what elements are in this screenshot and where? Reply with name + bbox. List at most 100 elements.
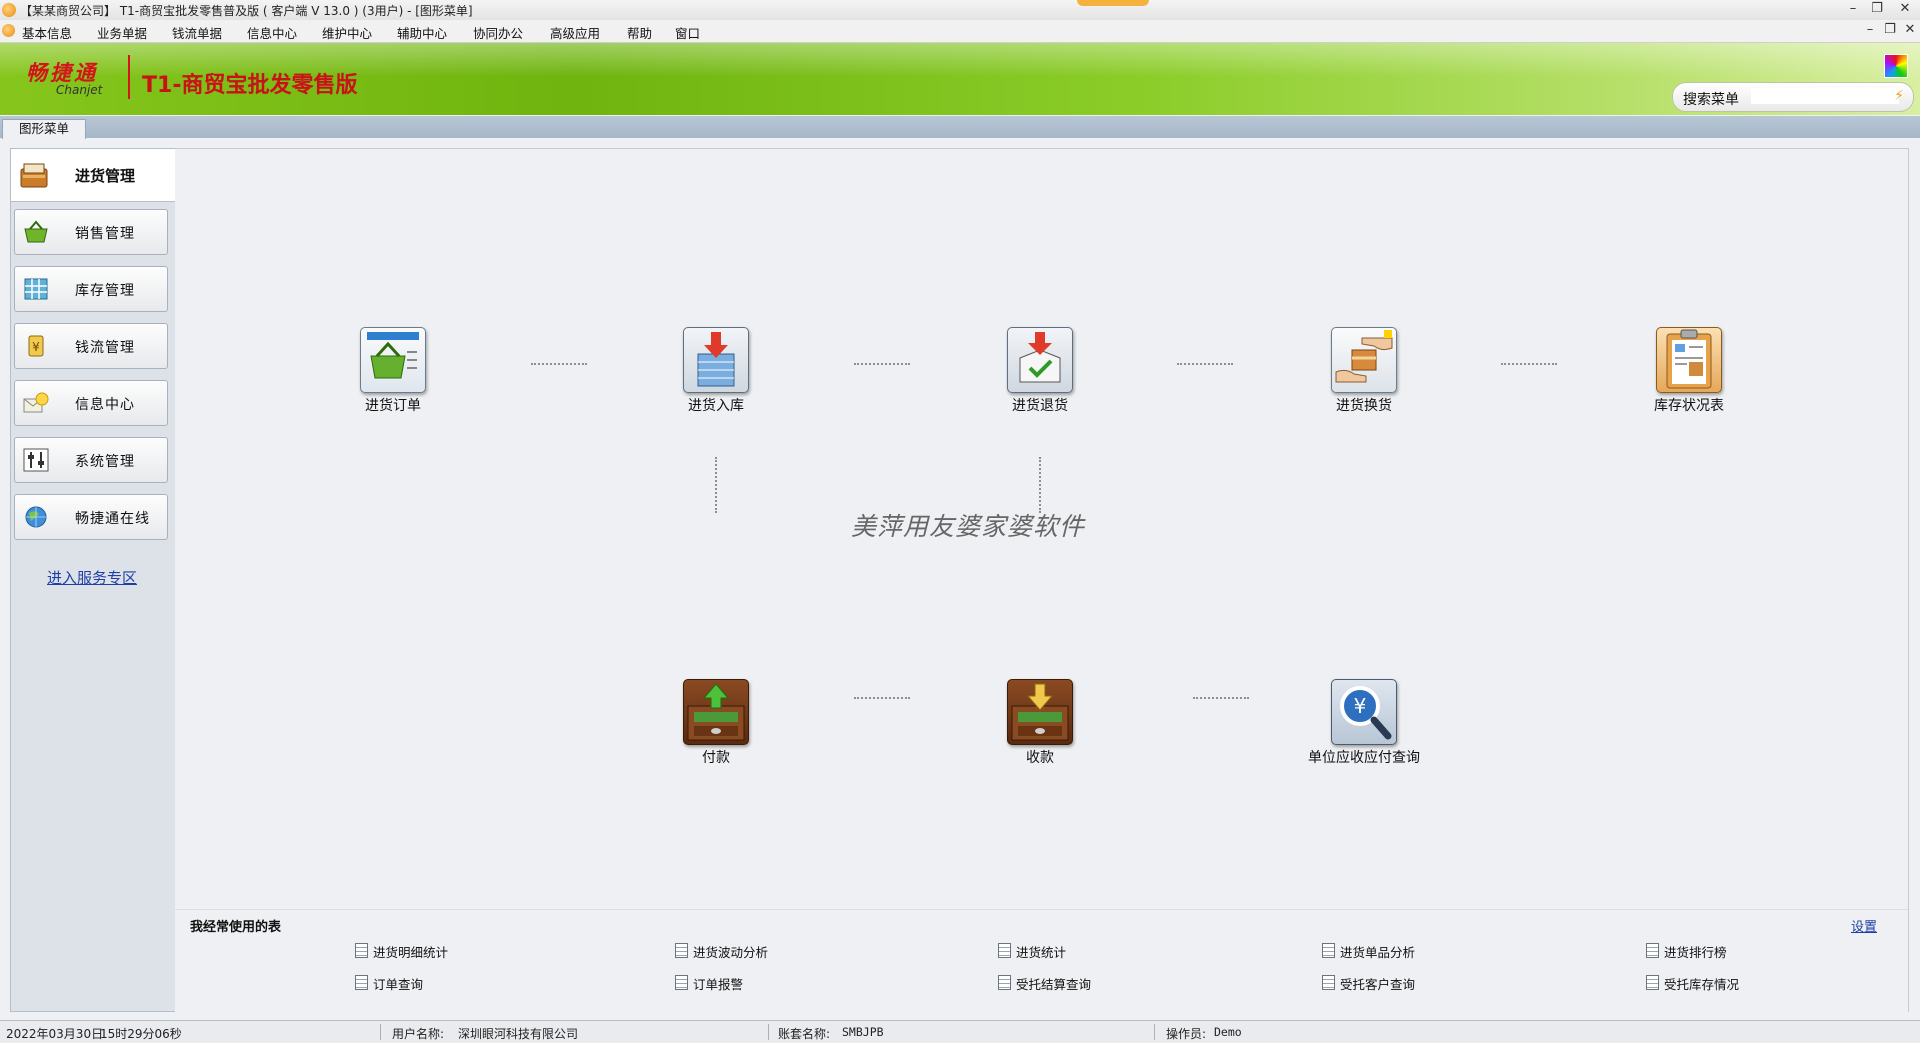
menu-app-icon[interactable] <box>2 24 15 37</box>
sidebar-item-inventory[interactable]: 库存管理 <box>14 266 168 312</box>
restore-button[interactable]: ❐ <box>1868 1 1886 16</box>
document-icon <box>355 943 368 958</box>
purchase-return-icon <box>1007 327 1073 393</box>
frequent-item[interactable]: 订单报警 <box>675 974 743 993</box>
frequent-item[interactable]: 进货单品分析 <box>1322 942 1415 961</box>
search-go-icon[interactable]: ⚡ <box>1891 87 1907 105</box>
frequent-item[interactable]: 进货排行榜 <box>1646 942 1727 961</box>
menu-info-center[interactable]: 信息中心 <box>247 23 297 42</box>
status-operator-value: Demo <box>1214 1025 1242 1039</box>
product-name: T1-商贸宝批发零售版 <box>142 73 358 98</box>
mdi-restore-button[interactable]: ❐ <box>1882 22 1898 37</box>
module-sidebar: 进货管理 销售管理 库存管理 ¥ 钱流管理 信息中心 系统管理 畅捷通在线 进入… <box>10 148 176 1012</box>
sliders-icon <box>23 448 49 472</box>
header-banner: 畅捷通 Chanjet T1-商贸宝批发零售版 <box>0 43 1920 115</box>
tab-strip: 图形菜单 <box>0 116 1920 139</box>
grid-icon <box>24 278 48 300</box>
menu-search: 搜索菜单 ⚡ <box>1672 82 1914 112</box>
logo-divider <box>128 55 130 99</box>
flow-connector <box>1177 363 1233 365</box>
purchase-icon <box>20 163 48 188</box>
node-purchase-order[interactable]: 进货订单 <box>323 327 463 415</box>
svg-text:¥: ¥ <box>32 340 40 354</box>
frequent-settings-link[interactable]: 设置 <box>1851 916 1877 935</box>
frequent-item[interactable]: 受托结算查询 <box>998 974 1091 993</box>
menu-basic-info[interactable]: 基本信息 <box>22 23 72 42</box>
sidebar-item-chanjet-online[interactable]: 畅捷通在线 <box>14 494 168 540</box>
node-purchase-exchange[interactable]: 进货换货 <box>1294 327 1434 415</box>
menu-cashflow-docs[interactable]: 钱流单据 <box>172 23 222 42</box>
service-zone-link[interactable]: 进入服务专区 <box>47 567 137 588</box>
flow-connector <box>531 363 587 365</box>
status-user-label: 用户名称: <box>392 1027 445 1041</box>
sidebar-item-info-center[interactable]: 信息中心 <box>14 380 168 426</box>
sidebar-item-system[interactable]: 系统管理 <box>14 437 168 483</box>
frequent-item[interactable]: 进货统计 <box>998 942 1066 961</box>
node-stock-in[interactable]: 进货入库 <box>646 327 786 415</box>
document-icon <box>1646 975 1659 990</box>
node-receipt[interactable]: 收款 <box>970 679 1110 767</box>
flow-connector-vertical <box>1039 457 1041 513</box>
node-inventory-report[interactable]: 库存状况表 <box>1619 327 1759 415</box>
skin-palette-icon[interactable] <box>1884 54 1908 78</box>
globe-icon <box>25 506 47 528</box>
frequent-item[interactable]: 受托库存情况 <box>1646 974 1739 993</box>
menu-auxiliary[interactable]: 辅助中心 <box>397 23 447 42</box>
app-icon <box>2 3 16 17</box>
flow-connector <box>854 363 910 365</box>
status-date: 2022年03月30日 <box>6 1027 104 1041</box>
menu-business-docs[interactable]: 业务单据 <box>97 23 147 42</box>
menu-help[interactable]: 帮助 <box>627 23 652 42</box>
status-account-label: 账套名称: <box>778 1027 831 1041</box>
document-icon <box>998 975 1011 990</box>
menu-maintenance[interactable]: 维护中心 <box>322 23 372 42</box>
document-icon <box>675 943 688 958</box>
node-label: 进货订单 <box>365 398 421 414</box>
inventory-report-icon <box>1656 327 1722 393</box>
money-icon: ¥ <box>28 335 44 357</box>
document-icon <box>355 975 368 990</box>
frequent-item[interactable]: 进货明细统计 <box>355 942 448 961</box>
close-button[interactable]: ✕ <box>1896 1 1914 16</box>
document-icon <box>675 975 688 990</box>
frequent-item[interactable]: 进货波动分析 <box>675 942 768 961</box>
frequent-tables-panel: 我经常使用的表 设置 进货明细统计 进货波动分析 进货统计 进货单品分析 进货排… <box>175 909 1908 1012</box>
node-receivable-query[interactable]: ¥ 单位应收应付查询 <box>1264 679 1464 767</box>
window-title: 【某某商贸公司】 T1-商贸宝批发零售普及版 ( 客户端 V 13.0 ) (3… <box>20 4 473 18</box>
window-titlebar: 【某某商贸公司】 T1-商贸宝批发零售普及版 ( 客户端 V 13.0 ) (3… <box>0 0 1920 21</box>
frequent-item[interactable]: 订单查询 <box>355 974 423 993</box>
node-payment[interactable]: 付款 <box>646 679 786 767</box>
purchase-order-icon <box>360 327 426 393</box>
search-input[interactable] <box>1751 88 1899 104</box>
document-icon <box>998 943 1011 958</box>
mdi-close-button[interactable]: ✕ <box>1902 22 1918 37</box>
document-icon <box>1322 943 1335 958</box>
brand-logo-en: Chanjet <box>56 83 103 97</box>
watermark-text: 美萍用友婆家婆软件 <box>851 512 1086 541</box>
flow-connector <box>1193 697 1249 699</box>
title-badge <box>1077 0 1149 6</box>
flow-connector <box>854 697 910 699</box>
sidebar-item-sales[interactable]: 销售管理 <box>14 209 168 255</box>
tab-graphic-menu[interactable]: 图形菜单 <box>2 119 86 139</box>
menu-advanced[interactable]: 高级应用 <box>550 23 600 42</box>
menu-collaboration[interactable]: 协同办公 <box>473 23 523 42</box>
status-user-value: 深圳眼河科技有限公司 <box>458 1027 579 1041</box>
svg-text:¥: ¥ <box>1354 694 1367 718</box>
status-bar: 2022年03月30日 15时29分06秒 用户名称: 深圳眼河科技有限公司 账… <box>0 1020 1920 1043</box>
sidebar-item-cashflow[interactable]: ¥ 钱流管理 <box>14 323 168 369</box>
frequent-item[interactable]: 受托客户查询 <box>1322 974 1415 993</box>
menu-window[interactable]: 窗口 <box>675 23 700 42</box>
node-purchase-return[interactable]: 进货退货 <box>970 327 1110 415</box>
flow-connector-vertical <box>715 457 717 513</box>
receivable-query-icon: ¥ <box>1331 679 1397 745</box>
flow-connector <box>1501 363 1557 365</box>
purchase-exchange-icon <box>1331 327 1397 393</box>
stock-in-icon <box>683 327 749 393</box>
sidebar-item-purchase[interactable]: 进货管理 <box>11 149 175 202</box>
receipt-icon <box>1007 679 1073 745</box>
search-label: 搜索菜单 <box>1683 92 1739 108</box>
mdi-minimize-button[interactable]: – <box>1862 22 1878 37</box>
minimize-button[interactable]: – <box>1844 1 1862 16</box>
document-icon <box>1646 943 1659 958</box>
